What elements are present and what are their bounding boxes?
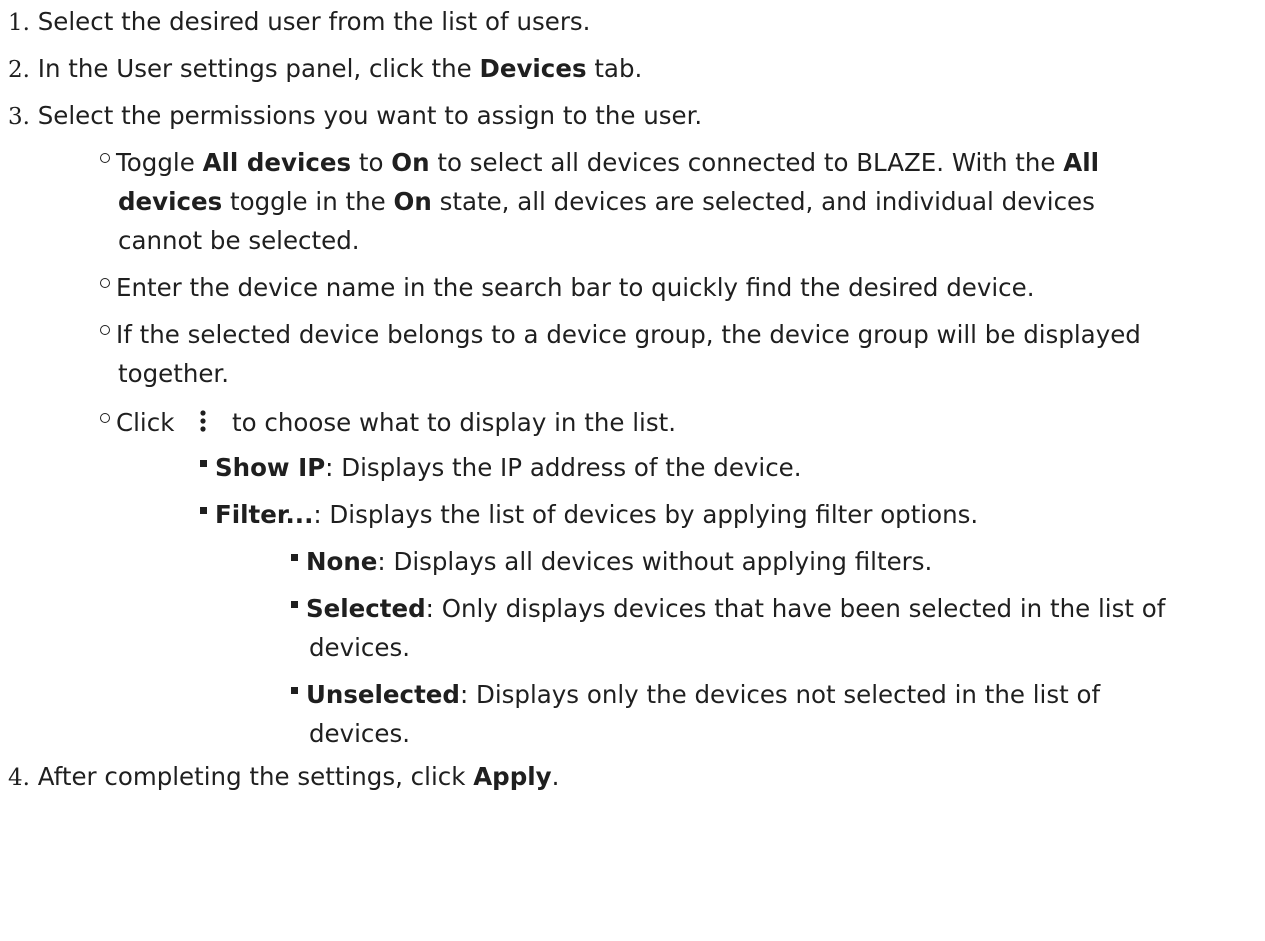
square-bullet-icon [200,507,207,514]
sub-item-toggle-cont: cannot be selected. [118,221,360,261]
sub-text: Toggle [116,148,203,177]
filter-desc: : Displays all devices without applying … [377,547,933,576]
step-text: Select the desired user from the list of… [37,7,591,36]
circle-bullet-icon [100,278,110,288]
square-bullet-icon [200,460,207,467]
sub-item-toggle-cont: devices toggle in the On state, all devi… [118,182,1095,222]
filter-none: None: Displays all devices without apply… [291,542,932,582]
option-desc: : Displays the IP address of the device. [325,453,802,482]
sub-text: to choose what to display in the list. [231,408,676,437]
step-text: tab. [586,54,643,83]
sub-item-toggle: Toggle All devices to On to select all d… [100,143,1099,183]
filter-unselected-cont: devices. [309,714,410,754]
filter-desc: : Displays only the devices not selected… [459,680,1101,709]
selected-label: Selected [306,594,426,623]
filter-desc: devices. [309,633,411,662]
sub-text: toggle in the [222,187,394,216]
none-label: None [306,547,378,576]
filter-label: Filter... [215,500,314,529]
sub-text: If the selected device belongs to a devi… [116,320,1141,349]
option-filter: Filter...: Displays the list of devices … [200,495,978,535]
circle-bullet-icon [100,413,110,423]
step-4: 4. After completing the settings, click … [8,757,559,798]
all-devices-label: devices [118,187,223,216]
filter-desc: devices. [309,719,411,748]
sub-item-group: If the selected device belongs to a devi… [100,315,1141,355]
step-number: 3. [8,104,30,130]
sub-text: together. [118,359,230,388]
more-vertical-icon[interactable] [188,407,218,437]
sub-item-search: Enter the device name in the search bar … [100,268,1035,308]
sub-text: to select all devices connected to BLAZE… [429,148,1064,177]
sub-text: to [351,148,392,177]
unselected-label: Unselected [306,680,460,709]
sub-item-click: Click to choose what to display in the l… [100,401,676,443]
on-label: On [393,187,432,216]
sub-text: Click [116,408,175,437]
filter-desc: : Only displays devices that have been s… [425,594,1166,623]
sub-text: Enter the device name in the search bar … [116,273,1035,302]
filter-selected: Selected: Only displays devices that hav… [291,589,1165,629]
step-text: In the User settings panel, click the [37,54,480,83]
sub-item-group-cont: together. [118,354,229,394]
square-bullet-icon [291,687,298,694]
circle-bullet-icon [100,153,110,163]
filter-selected-cont: devices. [309,628,410,668]
option-desc: : Displays the list of devices by applyi… [313,500,979,529]
step-number: 4. [8,765,30,791]
all-devices-label: All [1063,148,1100,177]
step-text: After completing the settings, click [37,762,474,791]
step-text: Select the permissions you want to assig… [37,101,703,130]
step-3: 3. Select the permissions you want to as… [8,96,702,137]
step-2: 2. In the User settings panel, click the… [8,49,642,90]
sub-text: cannot be selected. [118,226,360,255]
circle-bullet-icon [100,325,110,335]
option-show-ip: Show IP: Displays the IP address of the … [200,448,802,488]
step-text: . [551,762,560,791]
square-bullet-icon [291,601,298,608]
step-number: 2. [8,57,30,83]
sub-text: state, all devices are selected, and ind… [431,187,1095,216]
step-number: 1. [8,10,30,36]
on-label: On [391,148,430,177]
filter-unselected: Unselected: Displays only the devices no… [291,675,1100,715]
all-devices-label: All devices [202,148,352,177]
step-1: 1. Select the desired user from the list… [8,2,590,43]
show-ip-label: Show IP [215,453,326,482]
apply-label: Apply [473,762,552,791]
devices-tab-label: Devices [479,54,587,83]
square-bullet-icon [291,554,298,561]
